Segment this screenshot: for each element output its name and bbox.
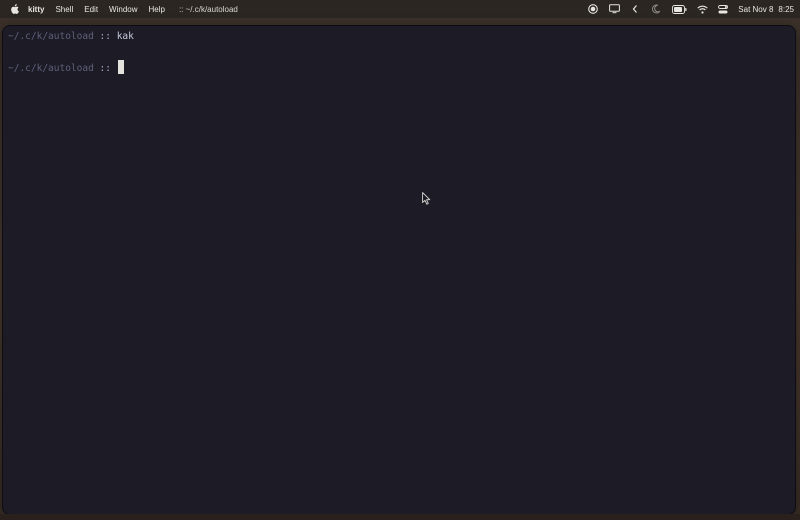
- terminal-content[interactable]: ~/.c/k/autoload :: kak ~/.c/k/autoload :…: [8, 31, 790, 509]
- terminal-window[interactable]: ~/.c/k/autoload :: kak ~/.c/k/autoload :…: [3, 26, 795, 514]
- desktop: kitty Shell Edit Window Help :: ~/.c/k/a…: [0, 0, 800, 520]
- prompt-separator: ::: [93, 31, 117, 42]
- desktop-wallpaper-strip: [0, 514, 800, 520]
- menu-shell[interactable]: Shell: [55, 5, 73, 14]
- menu-bar-left: kitty Shell Edit Window Help :: ~/.c/k/a…: [10, 4, 238, 14]
- menu-bar-status: Sat Nov 8 8:25: [587, 3, 794, 15]
- prompt-path: ~/.c/k/autoload: [8, 63, 94, 74]
- control-center-icon[interactable]: [717, 3, 729, 15]
- record-icon[interactable]: [587, 3, 599, 15]
- menu-bar: kitty Shell Edit Window Help :: ~/.c/k/a…: [0, 0, 800, 18]
- menu-edit[interactable]: Edit: [84, 5, 98, 14]
- prompt-path: ~/.c/k/autoload: [8, 31, 94, 42]
- display-icon[interactable]: [608, 3, 620, 15]
- text-cursor: [117, 60, 124, 74]
- wifi-icon[interactable]: [696, 3, 708, 15]
- moon-icon[interactable]: [650, 3, 662, 15]
- menu-bar-time[interactable]: 8:25: [778, 5, 794, 14]
- menu-app-kitty[interactable]: kitty: [28, 5, 44, 14]
- battery-icon[interactable]: [671, 3, 687, 15]
- prompt-separator: ::: [93, 63, 117, 74]
- command-text: kak: [116, 31, 134, 42]
- mouse-pointer-icon: [422, 192, 431, 205]
- menu-bar-date[interactable]: Sat Nov 8: [738, 5, 773, 14]
- menu-window[interactable]: Window: [109, 5, 137, 14]
- terminal-line: ~/.c/k/autoload :: kak: [8, 31, 134, 43]
- menu-help[interactable]: Help: [149, 5, 165, 14]
- chevron-left-icon[interactable]: [629, 3, 641, 15]
- apple-icon[interactable]: [10, 4, 19, 14]
- window-title: :: ~/.c/k/autoload: [178, 4, 238, 14]
- terminal-line: ~/.c/k/autoload ::: [8, 60, 124, 75]
